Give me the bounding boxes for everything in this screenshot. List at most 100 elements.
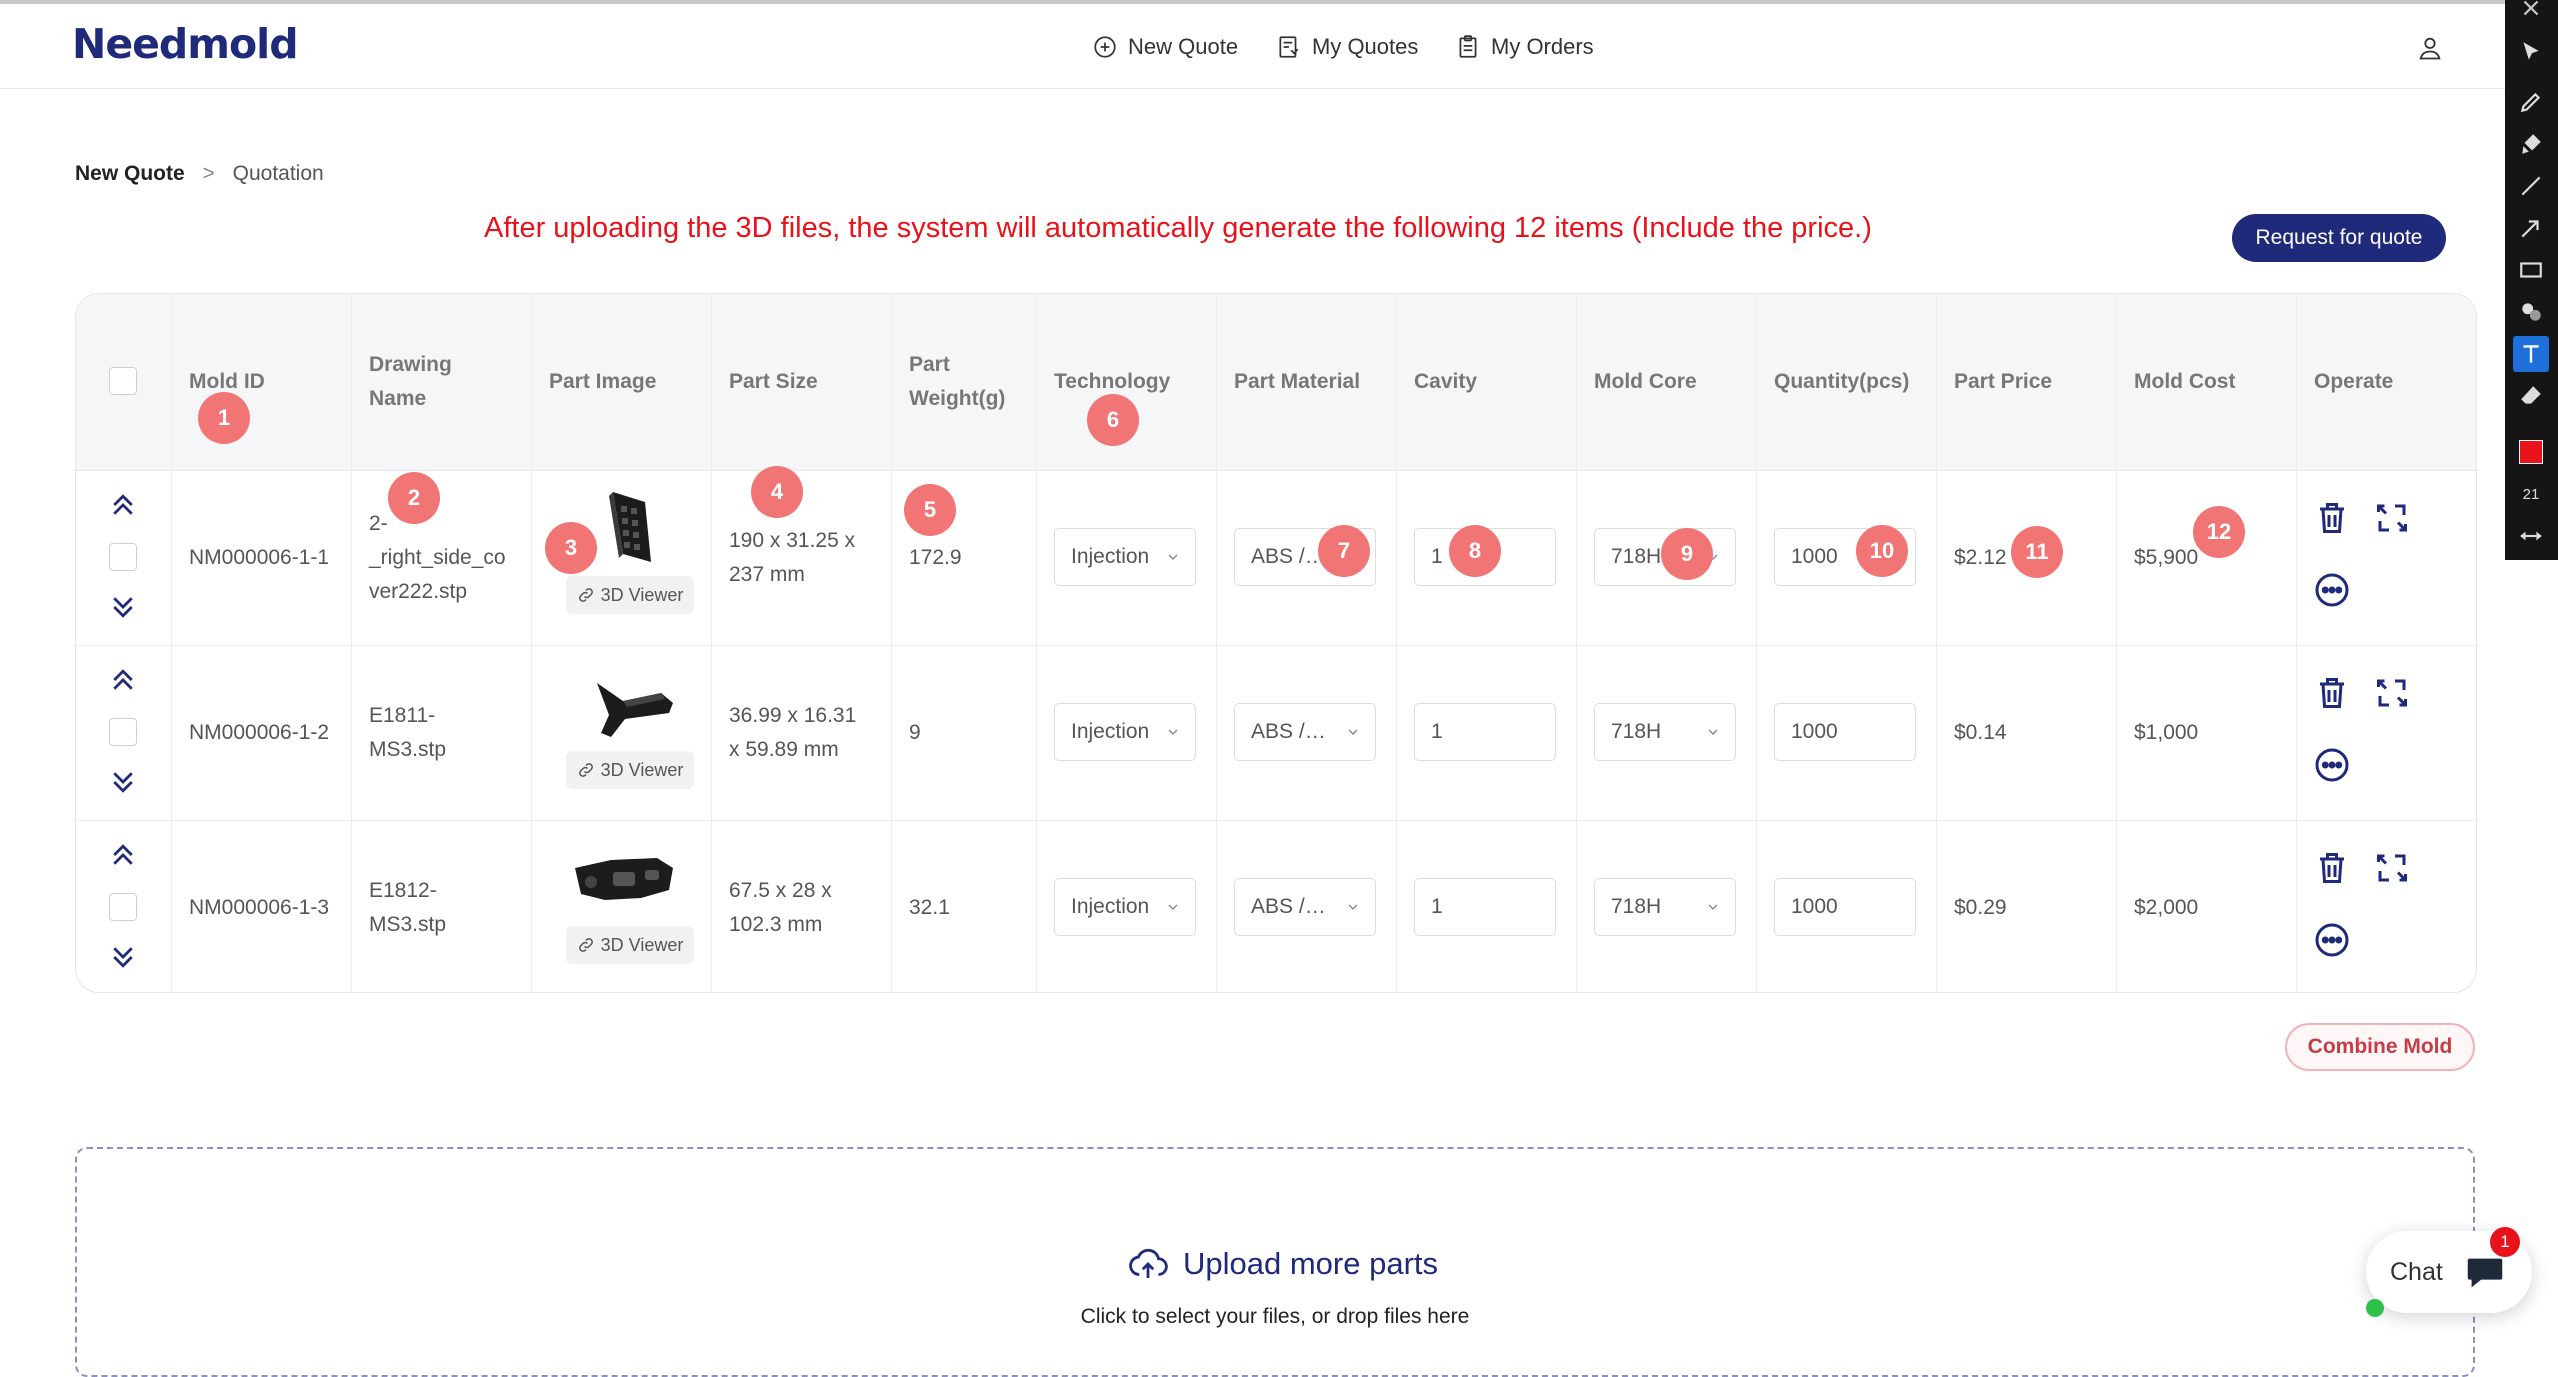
clipboard-icon bbox=[1459, 35, 1477, 58]
user-icon[interactable] bbox=[2416, 34, 2444, 62]
trash-icon[interactable] bbox=[2314, 850, 2350, 886]
active-color-swatch bbox=[2519, 440, 2543, 464]
mold-id-cell: NM000006-1-2 bbox=[189, 720, 330, 744]
drawing-name-line: _right_side_co bbox=[369, 545, 506, 569]
technology-select[interactable]: Injection bbox=[1054, 703, 1196, 761]
swap-icon[interactable] bbox=[2374, 675, 2410, 711]
3d-viewer-button[interactable]: 3D Viewer bbox=[566, 926, 694, 964]
tool-color-picker[interactable] bbox=[2513, 434, 2549, 470]
part-size-line: 36.99 x 16.31 bbox=[729, 703, 857, 727]
text-icon bbox=[2523, 345, 2539, 363]
move-up-icon[interactable] bbox=[108, 840, 138, 870]
header-part-price: Part Price bbox=[1954, 370, 2053, 393]
chat-widget[interactable]: Chat 1 bbox=[2366, 1227, 2532, 1317]
upload-dropzone[interactable]: Upload more parts Click to select your f… bbox=[75, 1147, 2475, 1377]
annotation-text: After uploading the 3D files, the system… bbox=[484, 212, 1872, 244]
quantity-input[interactable]: 1000 bbox=[1774, 703, 1916, 761]
close-icon bbox=[2523, 0, 2539, 16]
part-size-line: 67.5 x 28 x bbox=[729, 878, 832, 902]
nav-new-quote-label: New Quote bbox=[1128, 34, 1239, 59]
tool-line[interactable] bbox=[2513, 168, 2549, 204]
move-down-icon[interactable] bbox=[108, 592, 138, 622]
nav-my-quotes[interactable]: My Quotes bbox=[1276, 34, 1418, 60]
more-options-icon[interactable] bbox=[2314, 572, 2350, 608]
request-for-quote-button[interactable]: Request for quote bbox=[2232, 214, 2446, 262]
header-part-weight-line2: Weight(g) bbox=[909, 387, 1006, 410]
more-options-icon[interactable] bbox=[2314, 747, 2350, 783]
quote-document-icon bbox=[1279, 36, 1299, 58]
3d-viewer-button[interactable]: 3D Viewer bbox=[566, 751, 694, 789]
header-drawing-name-line2: Name bbox=[369, 387, 427, 410]
annotation-marker: 2 bbox=[388, 472, 440, 524]
header-part-image: Part Image bbox=[549, 370, 657, 393]
cavity-input[interactable]: 1 bbox=[1414, 703, 1556, 761]
chevron-down-icon bbox=[1168, 729, 1178, 735]
nav-my-orders[interactable]: My Orders bbox=[1455, 34, 1594, 60]
header-part-size: Part Size bbox=[729, 370, 818, 393]
3d-viewer-button[interactable]: 3D Viewer bbox=[566, 576, 694, 614]
chat-unread-badge: 1 bbox=[2490, 1227, 2520, 1257]
tool-effects[interactable] bbox=[2513, 294, 2549, 330]
breadcrumb-new-quote[interactable]: New Quote bbox=[75, 162, 185, 185]
mold-core-select[interactable]: 718H bbox=[1594, 878, 1736, 936]
cavity-value: 1 bbox=[1431, 895, 1443, 918]
tool-rectangle[interactable] bbox=[2513, 252, 2549, 288]
part-size-line: 190 x 31.25 x bbox=[729, 528, 856, 552]
upload-subtitle: Click to select your files, or drop file… bbox=[1080, 1305, 1470, 1328]
row-checkbox[interactable] bbox=[109, 718, 137, 746]
part-size-cell: 67.5 x 28 x 102.3 mm bbox=[711, 820, 891, 992]
tool-pencil[interactable] bbox=[2513, 84, 2549, 120]
quantity-input[interactable]: 1000 bbox=[1774, 878, 1916, 936]
part-material-select[interactable]: ABS /… bbox=[1234, 878, 1376, 936]
mold-id-cell: NM000006-1-3 bbox=[189, 895, 330, 919]
chat-label: Chat bbox=[2390, 1257, 2443, 1286]
top-header: Needmold New Quote My Quotes My Orders bbox=[0, 4, 2505, 89]
row-checkbox[interactable] bbox=[109, 543, 137, 571]
part-material-value: ABS /… bbox=[1251, 895, 1326, 918]
mold-core-select[interactable]: 718H bbox=[1594, 703, 1736, 761]
toolbar-close[interactable] bbox=[2513, 0, 2549, 22]
expand-arrows-icon bbox=[2520, 531, 2542, 541]
header-part-weight: Part Weight(g) bbox=[891, 294, 1036, 470]
online-status-dot bbox=[2366, 1299, 2384, 1317]
plus-circle-icon bbox=[1094, 36, 1116, 58]
needmold-logo[interactable]: Needmold bbox=[72, 20, 299, 68]
swap-icon[interactable] bbox=[2374, 500, 2410, 536]
tool-eraser[interactable] bbox=[2513, 378, 2549, 414]
header-operate: Operate bbox=[2314, 370, 2394, 393]
technology-select[interactable]: Injection bbox=[1054, 528, 1196, 586]
swap-icon[interactable] bbox=[2374, 850, 2410, 886]
more-options-icon[interactable] bbox=[2314, 922, 2350, 958]
row-checkbox[interactable] bbox=[109, 893, 137, 921]
trash-icon[interactable] bbox=[2314, 675, 2350, 711]
header-part-weight-line1: Part bbox=[909, 353, 950, 376]
technology-value: Injection bbox=[1071, 720, 1150, 743]
cavity-input[interactable]: 1 bbox=[1414, 878, 1556, 936]
trash-icon[interactable] bbox=[2314, 500, 2350, 536]
tool-arrow[interactable] bbox=[2513, 210, 2549, 246]
drawing-name-line: MS3.stp bbox=[369, 912, 447, 936]
toolbar-collapse[interactable] bbox=[2513, 518, 2549, 554]
tool-text[interactable] bbox=[2513, 336, 2549, 372]
tool-size[interactable]: 21 bbox=[2513, 476, 2549, 512]
tool-highlighter[interactable] bbox=[2513, 126, 2549, 162]
part-weight-cell: 9 bbox=[909, 720, 921, 744]
annotation-marker: 10 bbox=[1856, 525, 1908, 577]
part-material-value: ABS /… bbox=[1251, 545, 1326, 568]
drawing-name-line: MS3.stp bbox=[369, 737, 447, 761]
move-up-icon[interactable] bbox=[108, 490, 138, 520]
part-thumbnail bbox=[597, 683, 673, 737]
mold-core-value: 718H bbox=[1611, 720, 1662, 743]
nav-new-quote[interactable]: New Quote bbox=[1092, 34, 1238, 60]
combine-mold-button[interactable]: Combine Mold bbox=[2285, 1023, 2475, 1071]
select-all-checkbox[interactable] bbox=[109, 367, 137, 395]
breadcrumb-quotation: Quotation bbox=[232, 162, 324, 185]
move-down-icon[interactable] bbox=[108, 942, 138, 972]
move-down-icon[interactable] bbox=[108, 767, 138, 797]
header-technology: Technology bbox=[1054, 370, 1171, 393]
technology-select[interactable]: Injection bbox=[1054, 878, 1196, 936]
move-up-icon[interactable] bbox=[108, 665, 138, 695]
arrow-icon bbox=[2521, 220, 2539, 238]
tool-select[interactable] bbox=[2513, 34, 2549, 70]
part-material-select[interactable]: ABS /… bbox=[1234, 703, 1376, 761]
